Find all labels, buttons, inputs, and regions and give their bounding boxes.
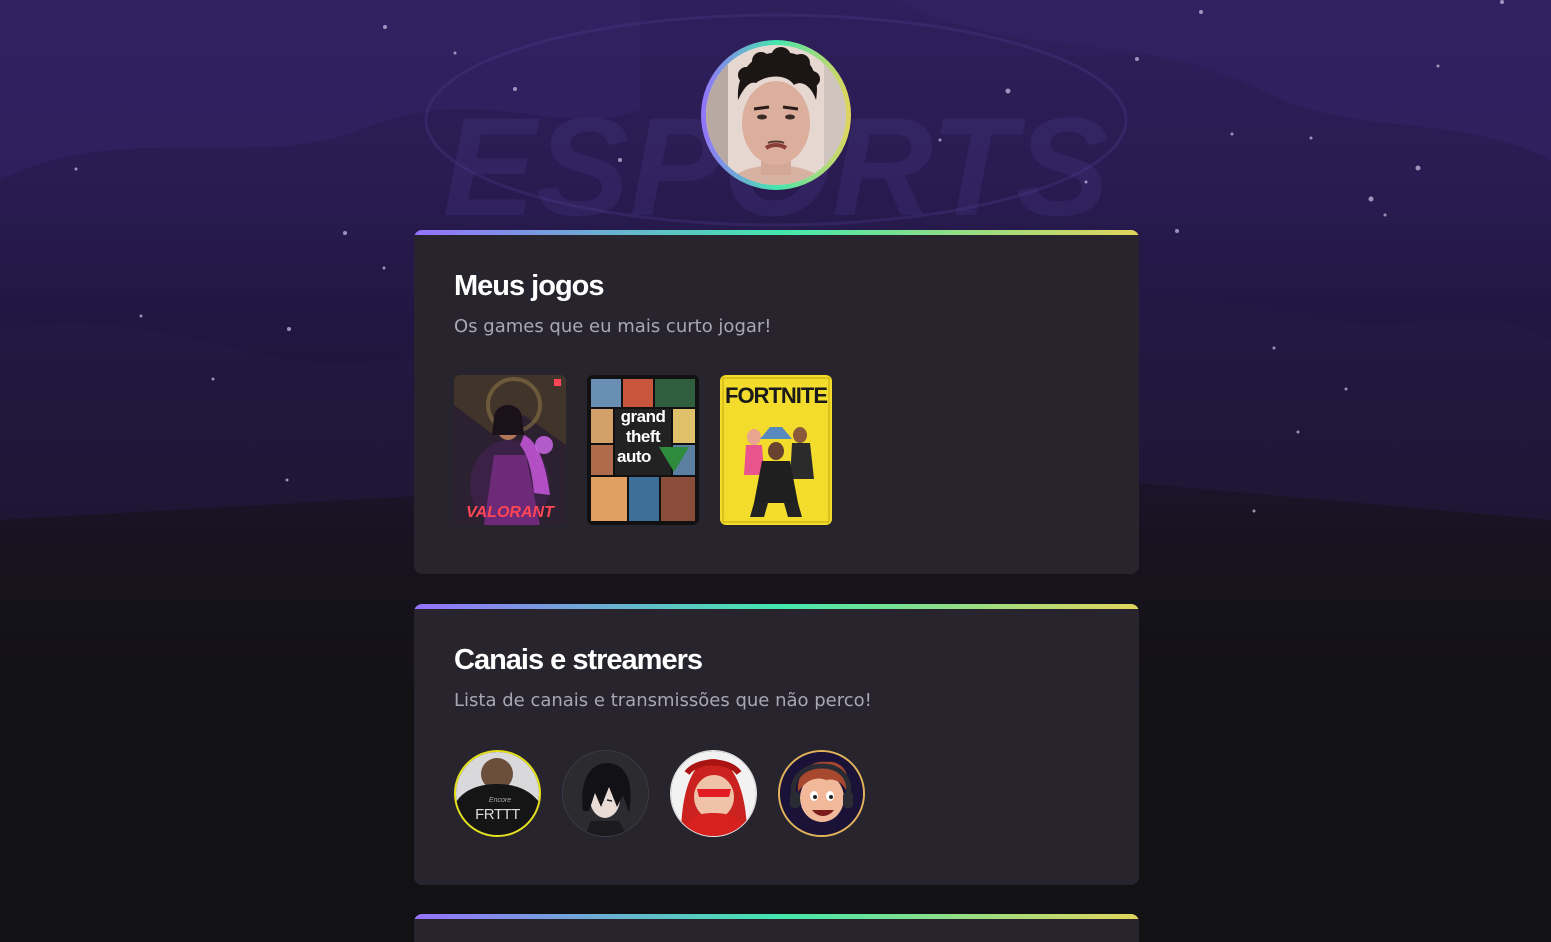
channels-card: Canais e streamers Lista de canais e tra… xyxy=(414,604,1139,885)
section-subtitle: Os games que eu mais curto jogar! xyxy=(454,316,772,337)
third-card xyxy=(414,914,1139,942)
game-title-fortnite: FORTNITE xyxy=(725,383,828,408)
section-title: Canais e streamers xyxy=(454,644,703,676)
game-cover-valorant[interactable]: VALORANT xyxy=(454,375,566,525)
game-cover-gta-v[interactable]: grand theft auto xyxy=(587,375,699,525)
avatar-photo xyxy=(706,45,846,185)
channel-avatar-4[interactable] xyxy=(778,750,865,837)
my-games-card: Meus jogos Os games que eu mais curto jo… xyxy=(414,230,1139,574)
section-subtitle: Lista de canais e transmissões que não p… xyxy=(454,690,872,711)
svg-text:Encore: Encore xyxy=(489,797,511,804)
game-cover-fortnite[interactable]: FORTNITE xyxy=(720,375,832,525)
profile-avatar xyxy=(701,40,851,190)
channels-list: Encore FRTTT xyxy=(454,750,865,837)
channel-avatar-1[interactable]: Encore FRTTT xyxy=(454,750,541,837)
game-title-gta-line-2: theft xyxy=(625,427,661,446)
channel-avatar-2[interactable] xyxy=(562,750,649,837)
game-title-gta-line-1: grand xyxy=(620,407,666,426)
game-title-valorant: VALORANT xyxy=(466,504,554,521)
games-list: VALORANT grand theft auto FORTNITE xyxy=(454,375,832,525)
channel-avatar-3[interactable] xyxy=(670,750,757,837)
game-title-gta-line-3: auto xyxy=(617,447,651,466)
channel-badge-text: FRTTT xyxy=(475,806,520,823)
section-title: Meus jogos xyxy=(454,270,605,302)
